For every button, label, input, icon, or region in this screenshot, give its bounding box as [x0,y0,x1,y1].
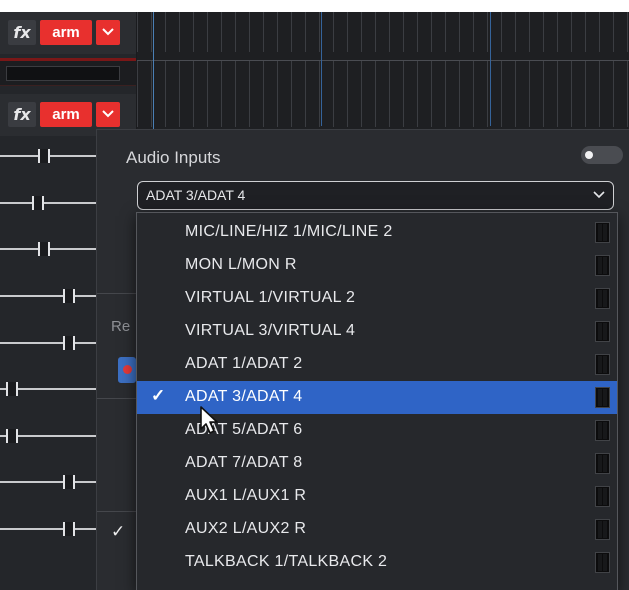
dropdown-option-label: ADAT 3/ADAT 4 [185,388,303,405]
dropdown-option-label: VIRTUAL 3/VIRTUAL 4 [185,322,356,339]
fx-button[interactable]: fx [8,102,36,127]
mouse-cursor-icon [200,406,218,434]
fader-knob[interactable] [32,196,44,210]
fader-knob[interactable] [63,336,75,350]
dropdown-option-label: MIC/LINE/HIZ 1/MIC/LINE 2 [185,223,393,240]
track-lane-strip [0,58,136,86]
arm-button[interactable]: arm [40,102,92,127]
dropdown-option[interactable]: TALKBACK 1/TALKBACK 2 [137,546,617,579]
dropdown-option[interactable]: AUX2 L/AUX2 R [137,513,617,546]
level-meter [595,519,610,540]
fx-button[interactable]: fx [8,20,36,45]
dropdown-option-label: TALKBACK 1/TALKBACK 2 [185,553,388,570]
level-meter [595,486,610,507]
divider [97,293,137,294]
level-meter [595,255,610,276]
arm-dropdown-button[interactable] [96,102,120,127]
fader-knob[interactable] [6,382,18,396]
marker-line [321,12,322,126]
record-section-label: Re [111,318,131,335]
level-meter [595,453,610,474]
checkmark-icon: ✓ [111,522,126,541]
dropdown-option-label: AUX2 L/AUX2 R [185,520,307,537]
arm-dropdown-button[interactable] [96,20,120,45]
fader-knob[interactable] [63,522,75,536]
chevron-down-icon [102,110,114,118]
fader-knob[interactable] [6,429,18,443]
marker-line [490,12,491,126]
chevron-down-icon [593,191,605,199]
dropdown-option-label: ADAT 7/ADAT 8 [185,454,303,471]
audio-input-select[interactable]: ADAT 3/ADAT 4 [137,181,614,210]
dropdown-option-label: ADAT 1/ADAT 2 [185,355,303,372]
dropdown-option[interactable]: AUX1 L/AUX1 R [137,480,617,513]
record-icon [123,365,132,374]
timeline-lane[interactable] [137,60,629,127]
dropdown-option[interactable]: ADAT 1/ADAT 2 [137,348,617,381]
dropdown-option-label: AUX1 L/AUX1 R [185,487,307,504]
dropdown-option[interactable]: MON L/MON R [137,249,617,282]
level-meter [595,420,610,441]
fader-knob[interactable] [38,242,50,256]
dropdown-option[interactable]: VIRTUAL 3/VIRTUAL 4 [137,315,617,348]
dropdown-option[interactable]: ADAT 7/ADAT 8 [137,447,617,480]
audio-inputs-title: Audio Inputs [126,148,221,167]
level-meter [595,288,610,309]
chevron-down-icon [102,28,114,36]
checkmark-icon: ✓ [151,386,166,405]
timeline-lane[interactable] [137,12,629,52]
level-meter [595,222,610,243]
divider [97,398,137,399]
record-button[interactable] [118,357,136,383]
dropdown-option-label: VIRTUAL 1/VIRTUAL 2 [185,289,356,306]
dropdown-option[interactable]: MIC/LINE/HIZ 1/MIC/LINE 2 [137,216,617,249]
audio-input-select-value: ADAT 3/ADAT 4 [146,187,246,203]
level-meter [595,321,610,342]
dropdown-option-label: MON L/MON R [185,256,297,273]
fader-knob[interactable] [63,475,75,489]
fader-knob[interactable] [63,289,75,303]
level-meter [595,552,610,573]
arm-button[interactable]: arm [40,20,92,45]
track-header-1: fx arm [0,12,136,54]
dropdown-option[interactable]: VIRTUAL 1/VIRTUAL 2 [137,282,617,315]
level-meter [595,387,610,408]
divider [97,511,137,512]
audio-input-dropdown-list: MIC/LINE/HIZ 1/MIC/LINE 2 MON L/MON R VIRT… [136,212,618,590]
audio-inputs-toggle[interactable] [581,146,623,164]
toggle-knob [585,151,593,159]
track-lane-field [6,66,120,81]
fader-knob[interactable] [38,149,50,163]
level-meter [595,354,610,375]
screenshot-root: fx arm fx arm Audio Inputs ADAT 3/ADAT 4… [0,0,629,590]
